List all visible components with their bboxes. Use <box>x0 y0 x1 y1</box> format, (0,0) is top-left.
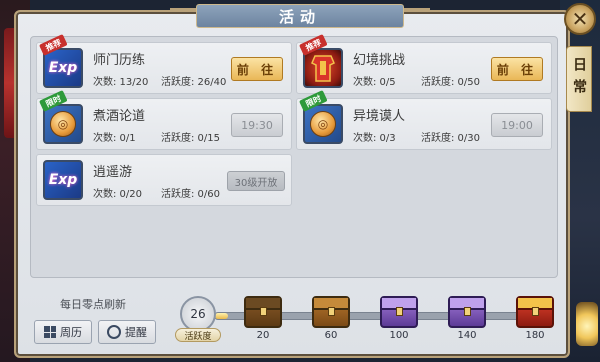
activity-card-xiaoyao[interactable]: Exp 逍遥游 次数: 0/20 活跃度: 0/60 30级开放 <box>36 154 292 206</box>
activity-label: 活跃度 <box>175 328 221 342</box>
activity-name: 师门历练 <box>93 53 146 68</box>
title-ornament-right <box>404 8 430 18</box>
reminder-button-label: 提醒 <box>125 326 147 339</box>
activity-value: 26 <box>180 296 216 332</box>
chest-threshold: 140 <box>457 330 477 341</box>
close-button[interactable]: ✕ <box>564 3 596 35</box>
title-ornament-left <box>170 8 196 18</box>
panel-title: 活动 <box>196 4 404 28</box>
activity-liveness: 活跃度: 0/30 <box>421 133 481 144</box>
activity-count: 次数: 0/1 <box>93 133 136 144</box>
go-button[interactable]: 前 往 <box>491 57 543 81</box>
chest-140[interactable] <box>448 296 486 328</box>
tab-daily[interactable]: 日常 <box>566 46 592 112</box>
activity-card-zhujiu[interactable]: ◎ 限时 煮酒论道 次数: 0/1 活跃度: 0/15 19:30 <box>36 90 292 150</box>
clock-icon <box>107 325 121 339</box>
calendar-icon <box>44 326 56 338</box>
activity-name: 异境谟人 <box>353 109 406 124</box>
activity-liveness: 活跃度: 0/50 <box>421 77 481 88</box>
chest-180[interactable] <box>516 296 554 328</box>
chest-100[interactable] <box>380 296 418 328</box>
activity-progress-fill <box>215 313 228 319</box>
calendar-button-label: 周历 <box>60 326 82 339</box>
chest-threshold: 60 <box>324 330 338 341</box>
coin-icon: ◎ <box>43 104 83 144</box>
activity-count: 次数: 0/20 <box>93 189 143 200</box>
activity-card-shimen[interactable]: Exp 推荐 师门历练 次数: 13/20 活跃度: 26/40 前 往 <box>36 34 292 94</box>
refresh-notice: 每日零点刷新 <box>60 298 126 311</box>
time-button: 19:00 <box>491 113 543 137</box>
armor-icon <box>303 48 343 88</box>
time-button: 19:30 <box>231 113 283 137</box>
exp-icon: Exp <box>43 160 83 200</box>
chest-threshold: 100 <box>389 330 409 341</box>
chest-60[interactable] <box>312 296 350 328</box>
activity-count: 次数: 0/5 <box>353 77 396 88</box>
coin-icon: ◎ <box>303 104 343 144</box>
coin-glyph: ◎ <box>310 111 336 137</box>
activity-name: 煮酒论道 <box>93 109 146 124</box>
activity-card-huanjing[interactable]: 推荐 幻境挑战 次数: 0/5 活跃度: 0/50 前 往 <box>296 34 552 94</box>
activity-liveness: 活跃度: 0/15 <box>161 133 221 144</box>
calendar-button[interactable]: 周历 <box>34 320 92 344</box>
activity-card-yijing[interactable]: ◎ 限时 异境谟人 次数: 0/3 活跃度: 0/30 19:00 <box>296 90 552 150</box>
chest-threshold: 20 <box>256 330 270 341</box>
lantern-decoration <box>576 302 598 346</box>
activity-count: 次数: 0/3 <box>353 133 396 144</box>
exp-icon: Exp <box>43 48 83 88</box>
activity-name: 逍遥游 <box>93 165 133 180</box>
chest-20[interactable] <box>244 296 282 328</box>
activity-name: 幻境挑战 <box>353 53 406 68</box>
activity-count: 次数: 13/20 <box>93 77 149 88</box>
reminder-button[interactable]: 提醒 <box>98 320 156 344</box>
activity-liveness: 活跃度: 0/60 <box>161 189 221 200</box>
level-lock-button: 30级开放 <box>227 171 285 191</box>
chest-threshold: 180 <box>525 330 545 341</box>
activity-liveness: 活跃度: 26/40 <box>161 77 227 88</box>
coin-glyph: ◎ <box>50 111 76 137</box>
go-button[interactable]: 前 往 <box>231 57 283 81</box>
